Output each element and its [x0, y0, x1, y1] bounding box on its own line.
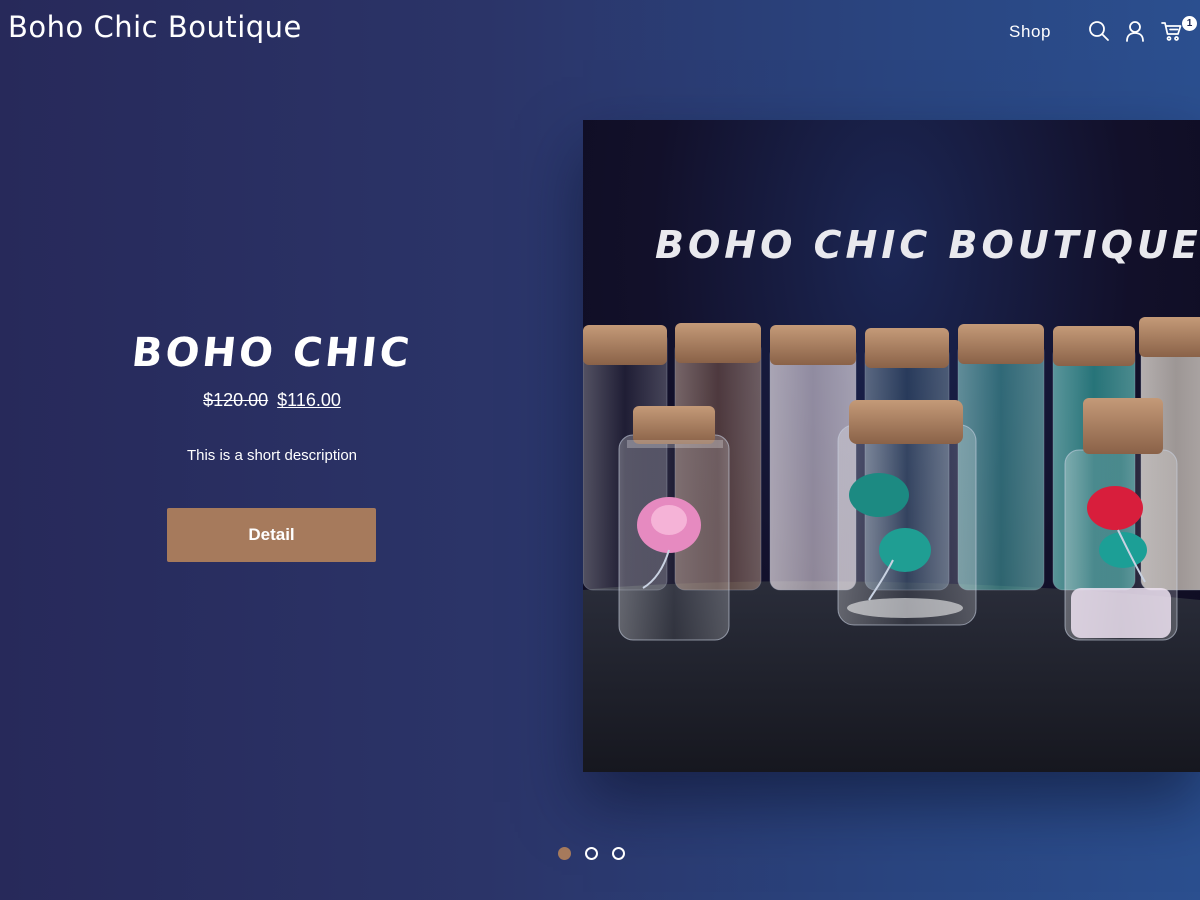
front-row-jars: [618, 398, 1178, 641]
cart-count-badge: 1: [1182, 16, 1197, 31]
product-title: BOHO CHIC: [129, 330, 415, 376]
carousel-dot-3[interactable]: [612, 847, 625, 860]
hero-product-image[interactable]: BOHO CHIC BOUTIQUE: [583, 120, 1200, 772]
original-price: $120.00: [203, 390, 269, 410]
carousel-dot-1[interactable]: [558, 847, 571, 860]
nav-link-shop[interactable]: Shop: [1009, 22, 1051, 42]
search-icon[interactable]: [1088, 20, 1110, 42]
sale-price: $116.00: [277, 390, 341, 410]
hero-text-panel: BOHO CHIC $120.00 $116.00 This is a shor…: [129, 330, 415, 562]
short-description: This is a short description: [186, 447, 358, 464]
image-overlay-title: BOHO CHIC BOUTIQUE: [655, 223, 1200, 267]
cart-icon[interactable]: [1161, 20, 1183, 42]
user-icon[interactable]: [1124, 20, 1146, 42]
site-header: Boho Chic Boutique Shop 1: [0, 0, 1200, 64]
price-row: $120.00 $116.00: [130, 390, 414, 411]
brand-logo[interactable]: Boho Chic Boutique: [8, 10, 302, 44]
detail-button[interactable]: Detail: [167, 508, 376, 562]
carousel-dot-2[interactable]: [585, 847, 598, 860]
